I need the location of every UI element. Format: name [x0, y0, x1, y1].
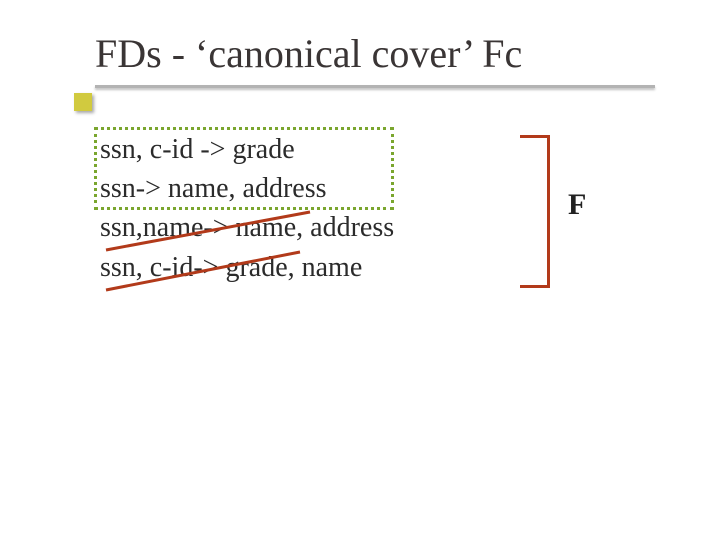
slide-title: FDs - ‘canonical cover’ Fc	[95, 30, 655, 77]
accent-square-icon	[74, 93, 92, 111]
slide-title-block: FDs - ‘canonical cover’ Fc	[95, 30, 655, 88]
set-label-f: F	[568, 188, 586, 222]
fd-line-4: ssn, c-id-> grade, name	[100, 248, 394, 287]
canonical-cover-box	[94, 127, 394, 210]
title-underline	[95, 85, 655, 88]
set-bracket	[520, 135, 550, 288]
fd-line-3: ssn,name-> name, address	[100, 208, 394, 247]
